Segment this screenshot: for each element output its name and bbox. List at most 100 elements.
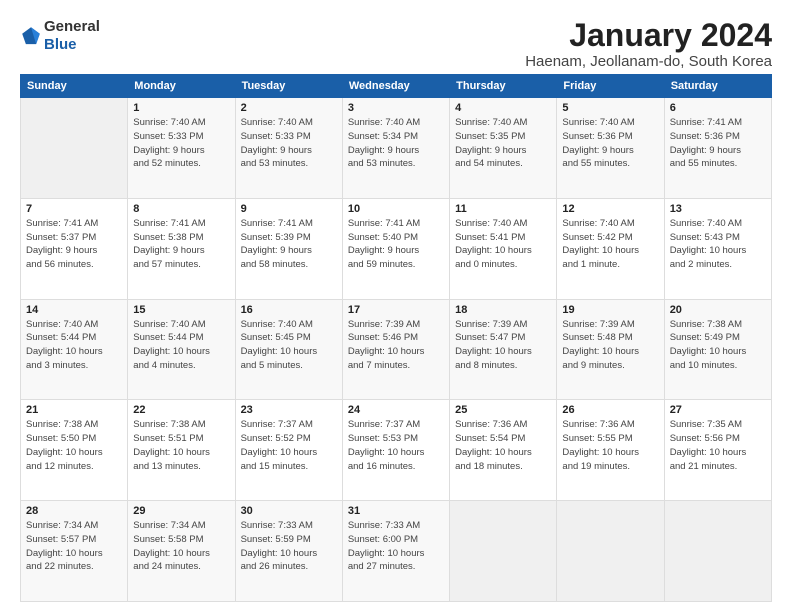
day-info: Sunrise: 7:39 AM Sunset: 5:48 PM Dayligh… — [562, 318, 658, 373]
day-number: 23 — [241, 404, 337, 416]
day-number: 21 — [26, 404, 122, 416]
calendar-cell: 14Sunrise: 7:40 AM Sunset: 5:44 PM Dayli… — [21, 299, 128, 400]
header-sunday: Sunday — [21, 75, 128, 98]
day-number: 20 — [670, 304, 766, 316]
day-number: 8 — [133, 203, 229, 215]
day-info: Sunrise: 7:37 AM Sunset: 5:52 PM Dayligh… — [241, 418, 337, 473]
calendar-cell: 16 Sunrise: 7:40 AM Sunset: 5:45 PM Dayli… — [235, 299, 342, 400]
calendar-cell: 19 Sunrise: 7:39 AM Sunset: 5:48 PM Dayli… — [557, 299, 664, 400]
header-monday: Monday — [128, 75, 235, 98]
day-number: 4 — [455, 102, 551, 114]
day-info: Sunrise: 7:37 AM Sunset: 5:53 PM Dayligh… — [348, 418, 444, 473]
day-info: Sunrise: 7:33 AM Sunset: 6:00 PM Dayligh… — [348, 519, 444, 574]
day-info: Sunrise: 7:40 AM Sunset: 5:42 PM Dayligh… — [562, 217, 658, 272]
day-number: 11 — [455, 203, 551, 215]
logo-blue: Blue — [44, 36, 77, 53]
day-info: Sunrise: 7:36 AM Sunset: 5:54 PM Dayligh… — [455, 418, 551, 473]
calendar-cell: 29 Sunrise: 7:34 AM Sunset: 5:58 PM Dayli… — [128, 501, 235, 602]
day-number: 12 — [562, 203, 658, 215]
calendar-cell: 18 Sunrise: 7:39 AM Sunset: 5:47 PM Dayli… — [450, 299, 557, 400]
calendar-cell: 7Sunrise: 7:41 AM Sunset: 5:37 PM Daylig… — [21, 198, 128, 299]
calendar-cell: 15Sunrise: 7:40 AM Sunset: 5:44 PM Dayli… — [128, 299, 235, 400]
calendar-cell: 11 Sunrise: 7:40 AM Sunset: 5:41 PM Dayli… — [450, 198, 557, 299]
day-number: 29 — [133, 505, 229, 517]
day-info: Sunrise: 7:40 AM Sunset: 5:41 PM Dayligh… — [455, 217, 551, 272]
calendar-cell: 3 Sunrise: 7:40 AM Sunset: 5:34 PM Daylig… — [342, 98, 449, 199]
day-info: Sunrise: 7:40 AM Sunset: 5:43 PM Dayligh… — [670, 217, 766, 272]
day-info: Sunrise: 7:40 AM Sunset: 5:33 PM Dayligh… — [241, 116, 337, 171]
day-info: Sunrise: 7:40 AM Sunset: 5:36 PM Dayligh… — [562, 116, 658, 171]
day-number: 14 — [26, 304, 122, 316]
calendar-table: SundayMondayTuesdayWednesdayThursdayFrid… — [20, 74, 772, 602]
calendar-cell — [450, 501, 557, 602]
day-number: 26 — [562, 404, 658, 416]
subtitle: Haenam, Jeollanam-do, South Korea — [525, 53, 772, 70]
calendar-cell: 28Sunrise: 7:34 AM Sunset: 5:57 PM Dayli… — [21, 501, 128, 602]
calendar-cell: 27Sunrise: 7:35 AM Sunset: 5:56 PM Dayli… — [664, 400, 771, 501]
day-info: Sunrise: 7:40 AM Sunset: 5:33 PM Dayligh… — [133, 116, 229, 171]
day-info: Sunrise: 7:34 AM Sunset: 5:58 PM Dayligh… — [133, 519, 229, 574]
calendar-cell: 13Sunrise: 7:40 AM Sunset: 5:43 PM Dayli… — [664, 198, 771, 299]
main-title: January 2024 — [525, 18, 772, 53]
day-number: 5 — [562, 102, 658, 114]
header-tuesday: Tuesday — [235, 75, 342, 98]
calendar-cell: 4 Sunrise: 7:40 AM Sunset: 5:35 PM Daylig… — [450, 98, 557, 199]
day-info: Sunrise: 7:40 AM Sunset: 5:44 PM Dayligh… — [133, 318, 229, 373]
day-number: 18 — [455, 304, 551, 316]
day-number: 22 — [133, 404, 229, 416]
calendar-cell: 17Sunrise: 7:39 AM Sunset: 5:46 PM Dayli… — [342, 299, 449, 400]
day-number: 28 — [26, 505, 122, 517]
day-number: 16 — [241, 304, 337, 316]
page: General Blue January 2024 Haenam, Jeolla… — [0, 0, 792, 612]
week-row-3: 21 Sunrise: 7:38 AM Sunset: 5:50 PM Dayli… — [21, 400, 772, 501]
calendar-cell: 22 Sunrise: 7:38 AM Sunset: 5:51 PM Dayli… — [128, 400, 235, 501]
calendar-cell: 23 Sunrise: 7:37 AM Sunset: 5:52 PM Dayli… — [235, 400, 342, 501]
day-number: 19 — [562, 304, 658, 316]
week-row-1: 7Sunrise: 7:41 AM Sunset: 5:37 PM Daylig… — [21, 198, 772, 299]
calendar-cell: 9 Sunrise: 7:41 AM Sunset: 5:39 PM Daylig… — [235, 198, 342, 299]
calendar-cell: 24 Sunrise: 7:37 AM Sunset: 5:53 PM Dayli… — [342, 400, 449, 501]
day-info: Sunrise: 7:41 AM Sunset: 5:37 PM Dayligh… — [26, 217, 122, 272]
calendar-cell: 26 Sunrise: 7:36 AM Sunset: 5:55 PM Dayli… — [557, 400, 664, 501]
day-info: Sunrise: 7:41 AM Sunset: 5:39 PM Dayligh… — [241, 217, 337, 272]
day-info: Sunrise: 7:36 AM Sunset: 5:55 PM Dayligh… — [562, 418, 658, 473]
day-number: 24 — [348, 404, 444, 416]
day-info: Sunrise: 7:40 AM Sunset: 5:34 PM Dayligh… — [348, 116, 444, 171]
header-wednesday: Wednesday — [342, 75, 449, 98]
calendar-cell: 30Sunrise: 7:33 AM Sunset: 5:59 PM Dayli… — [235, 501, 342, 602]
day-info: Sunrise: 7:38 AM Sunset: 5:49 PM Dayligh… — [670, 318, 766, 373]
week-row-0: 1 Sunrise: 7:40 AM Sunset: 5:33 PM Daylig… — [21, 98, 772, 199]
day-info: Sunrise: 7:38 AM Sunset: 5:51 PM Dayligh… — [133, 418, 229, 473]
calendar-cell — [557, 501, 664, 602]
day-info: Sunrise: 7:40 AM Sunset: 5:35 PM Dayligh… — [455, 116, 551, 171]
day-info: Sunrise: 7:35 AM Sunset: 5:56 PM Dayligh… — [670, 418, 766, 473]
day-number: 30 — [241, 505, 337, 517]
calendar-cell: 10Sunrise: 7:41 AM Sunset: 5:40 PM Dayli… — [342, 198, 449, 299]
calendar-cell: 25 Sunrise: 7:36 AM Sunset: 5:54 PM Dayli… — [450, 400, 557, 501]
calendar-body: 1 Sunrise: 7:40 AM Sunset: 5:33 PM Daylig… — [21, 98, 772, 602]
logo: General Blue — [20, 18, 100, 54]
header-thursday: Thursday — [450, 75, 557, 98]
header-friday: Friday — [557, 75, 664, 98]
calendar-cell: 2 Sunrise: 7:40 AM Sunset: 5:33 PM Daylig… — [235, 98, 342, 199]
day-number: 9 — [241, 203, 337, 215]
day-number: 2 — [241, 102, 337, 114]
calendar-cell: 6 Sunrise: 7:41 AM Sunset: 5:36 PM Daylig… — [664, 98, 771, 199]
header-row: SundayMondayTuesdayWednesdayThursdayFrid… — [21, 75, 772, 98]
day-number: 3 — [348, 102, 444, 114]
week-row-4: 28Sunrise: 7:34 AM Sunset: 5:57 PM Dayli… — [21, 501, 772, 602]
day-info: Sunrise: 7:39 AM Sunset: 5:47 PM Dayligh… — [455, 318, 551, 373]
day-number: 17 — [348, 304, 444, 316]
day-number: 6 — [670, 102, 766, 114]
logo-general: General — [44, 18, 100, 35]
calendar-cell: 31Sunrise: 7:33 AM Sunset: 6:00 PM Dayli… — [342, 501, 449, 602]
logo-text: General Blue — [44, 18, 100, 54]
day-info: Sunrise: 7:38 AM Sunset: 5:50 PM Dayligh… — [26, 418, 122, 473]
day-info: Sunrise: 7:40 AM Sunset: 5:45 PM Dayligh… — [241, 318, 337, 373]
header: General Blue January 2024 Haenam, Jeolla… — [20, 18, 772, 70]
day-info: Sunrise: 7:41 AM Sunset: 5:38 PM Dayligh… — [133, 217, 229, 272]
day-number: 1 — [133, 102, 229, 114]
day-number: 25 — [455, 404, 551, 416]
day-info: Sunrise: 7:41 AM Sunset: 5:36 PM Dayligh… — [670, 116, 766, 171]
calendar-cell: 5 Sunrise: 7:40 AM Sunset: 5:36 PM Daylig… — [557, 98, 664, 199]
